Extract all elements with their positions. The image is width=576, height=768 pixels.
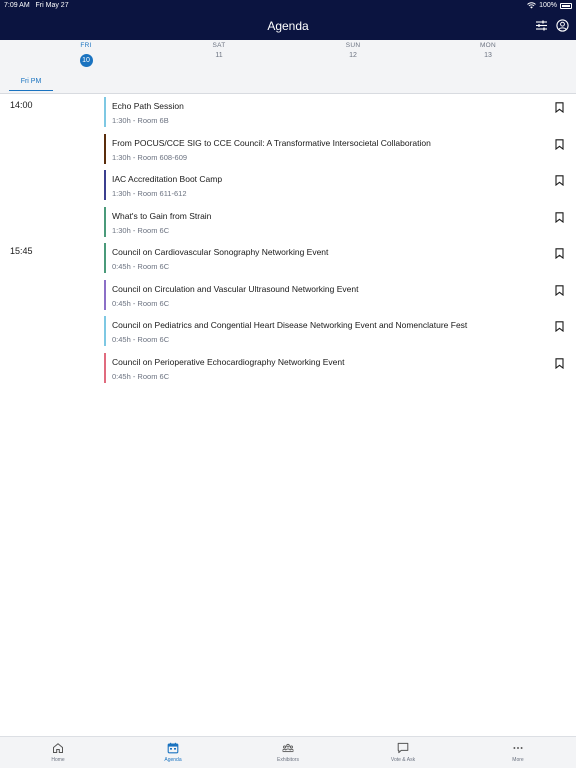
tab-label: Agenda (164, 757, 182, 763)
session-item[interactable]: Council on Circulation and Vascular Ultr… (104, 280, 564, 310)
page-title: Agenda (267, 19, 309, 33)
session-meta: 0:45h - Room 6C (112, 335, 170, 344)
status-date: Fri May 27 (35, 2, 69, 9)
tab-label: Home (51, 757, 65, 763)
day-selector: FRI 10 SAT 11 SUN 12 MON 13 (0, 40, 576, 68)
bookmark-icon[interactable] (555, 102, 564, 113)
day-number: 12 (349, 52, 357, 59)
session-item[interactable]: Echo Path Session 1:30h - Room 6B (104, 97, 564, 127)
session-meta: 1:30h - Room 611-612 (112, 189, 187, 198)
tab-vote-ask[interactable]: Vote & Ask (373, 742, 433, 763)
tab-label: Exhibitors (277, 757, 299, 763)
session-color-bar (104, 97, 106, 127)
day-name: SAT (212, 42, 226, 49)
session-meta: 1:30h - Room 6C (112, 226, 170, 235)
session-color-bar (104, 134, 106, 164)
bookmark-icon[interactable] (555, 321, 564, 332)
top-navigation-bar: 7:09 AM Fri May 27 100% Agenda (0, 0, 576, 40)
session-color-bar (104, 316, 106, 346)
session-color-bar (104, 353, 106, 383)
status-bar: 7:09 AM Fri May 27 100% (0, 0, 576, 12)
status-time-date: 7:09 AM Fri May 27 (4, 2, 69, 9)
battery-percent: 100% (539, 2, 557, 9)
session-color-bar (104, 170, 106, 200)
bookmark-icon[interactable] (555, 285, 564, 296)
wifi-icon (527, 2, 536, 9)
day-number: 13 (484, 52, 492, 59)
session-title: IAC Accreditation Boot Camp (112, 174, 223, 184)
session-meta: 0:45h - Room 6C (112, 299, 170, 308)
session-item[interactable]: Council on Pediatrics and Congential Hea… (104, 316, 564, 346)
tab-home[interactable]: Home (28, 742, 88, 763)
profile-icon[interactable] (556, 19, 570, 33)
status-time: 7:09 AM (4, 2, 30, 9)
time-label: 14:00 (10, 100, 33, 110)
exhibitors-icon (282, 743, 294, 753)
session-title: Council on Cardiovascular Sonography Net… (112, 247, 329, 257)
day-number: 11 (215, 52, 223, 59)
tab-more[interactable]: More (488, 742, 548, 763)
tab-exhibitors[interactable]: Exhibitors (258, 742, 318, 763)
session-meta: 0:45h - Room 6C (112, 262, 170, 271)
filter-icon[interactable] (535, 19, 549, 33)
more-icon (513, 747, 523, 749)
session-meta: 0:45h - Room 6C (112, 372, 170, 381)
session-item[interactable]: From POCUS/CCE SIG to CCE Council: A Tra… (104, 134, 564, 164)
session-color-bar (104, 280, 106, 310)
period-tabs: Fri PM (0, 68, 576, 94)
session-item[interactable]: Council on Perioperative Echocardiograph… (104, 353, 564, 383)
session-meta: 1:30h - Room 6B (112, 116, 169, 125)
battery-icon (560, 2, 572, 9)
day-fri[interactable]: FRI 10 (46, 42, 126, 67)
day-name: SUN (345, 42, 361, 49)
session-meta: 1:30h - Room 608-609 (112, 153, 188, 162)
day-number: 10 (79, 54, 93, 67)
session-title: Council on Pediatrics and Congential Hea… (112, 320, 468, 330)
tab-fri-pm[interactable]: Fri PM (9, 78, 53, 91)
calendar-icon (167, 742, 179, 754)
bookmark-icon[interactable] (555, 175, 564, 186)
time-label: 15:45 (10, 246, 33, 256)
session-title: Council on Perioperative Echocardiograph… (112, 357, 345, 367)
chat-icon (397, 742, 409, 754)
session-item[interactable]: IAC Accreditation Boot Camp 1:30h - Room… (104, 170, 564, 200)
session-title: Council on Circulation and Vascular Ultr… (112, 284, 359, 294)
session-color-bar (104, 243, 106, 273)
day-name: MON (479, 42, 497, 49)
bookmark-icon[interactable] (555, 358, 564, 369)
session-title: Echo Path Session (112, 101, 184, 111)
home-icon (53, 743, 63, 753)
bookmark-icon[interactable] (555, 139, 564, 150)
session-color-bar (104, 207, 106, 237)
session-title: From POCUS/CCE SIG to CCE Council: A Tra… (112, 138, 431, 148)
session-title: What's to Gain from Strain (112, 211, 212, 221)
day-sat[interactable]: SAT 11 (179, 42, 259, 59)
tab-agenda[interactable]: Agenda (143, 742, 203, 763)
bookmark-icon[interactable] (555, 212, 564, 223)
bookmark-icon[interactable] (555, 248, 564, 259)
session-item[interactable]: What's to Gain from Strain 1:30h - Room … (104, 207, 564, 237)
day-name: FRI (80, 42, 92, 49)
status-right: 100% (527, 2, 572, 9)
tab-label: Vote & Ask (390, 757, 416, 763)
day-sun[interactable]: SUN 12 (313, 42, 393, 59)
bottom-tab-bar: Home Agenda Exhibitors Vote & Ask More (0, 736, 576, 768)
tab-label: More (512, 757, 524, 763)
session-item[interactable]: Council on Cardiovascular Sonography Net… (104, 243, 564, 273)
day-mon[interactable]: MON 13 (448, 42, 528, 59)
